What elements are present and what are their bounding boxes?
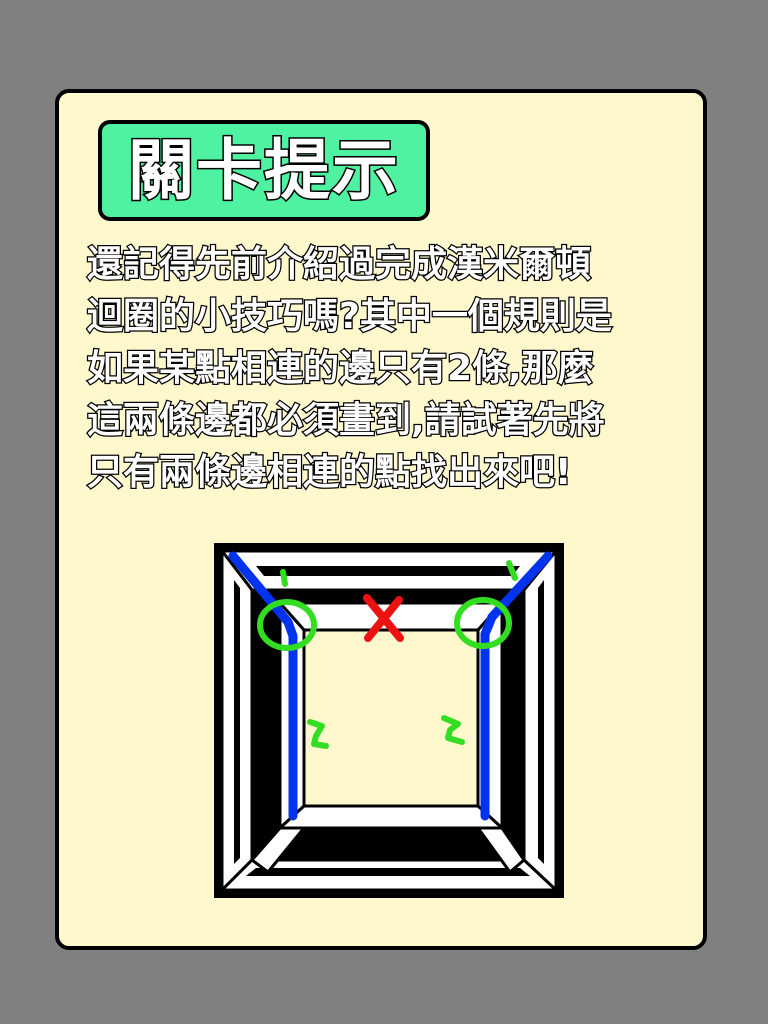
hint-card: 關卡提示 還記得先前介紹過完成漢米爾頓 迴圈的小技巧嗎?其中一個規則是 如果某點… (55, 89, 707, 950)
hint-line: 如果某點相連的邊只有2條,那麼 (86, 347, 595, 391)
hint-title: 關卡提示 (127, 131, 400, 209)
hint-line: 只有兩條邊相連的點找出來吧! (86, 451, 573, 495)
title-badge: 關卡提示 (98, 120, 430, 221)
hint-line: 這兩條邊都必須畫到,請試著先將 (86, 399, 606, 443)
hint-line: 還記得先前介紹過完成漢米爾頓 (86, 243, 593, 287)
hint-line: 迴圈的小技巧嗎?其中一個規則是 (86, 295, 613, 339)
hint-body: 還記得先前介紹過完成漢米爾頓 迴圈的小技巧嗎?其中一個規則是 如果某點相連的邊只… (86, 239, 697, 499)
